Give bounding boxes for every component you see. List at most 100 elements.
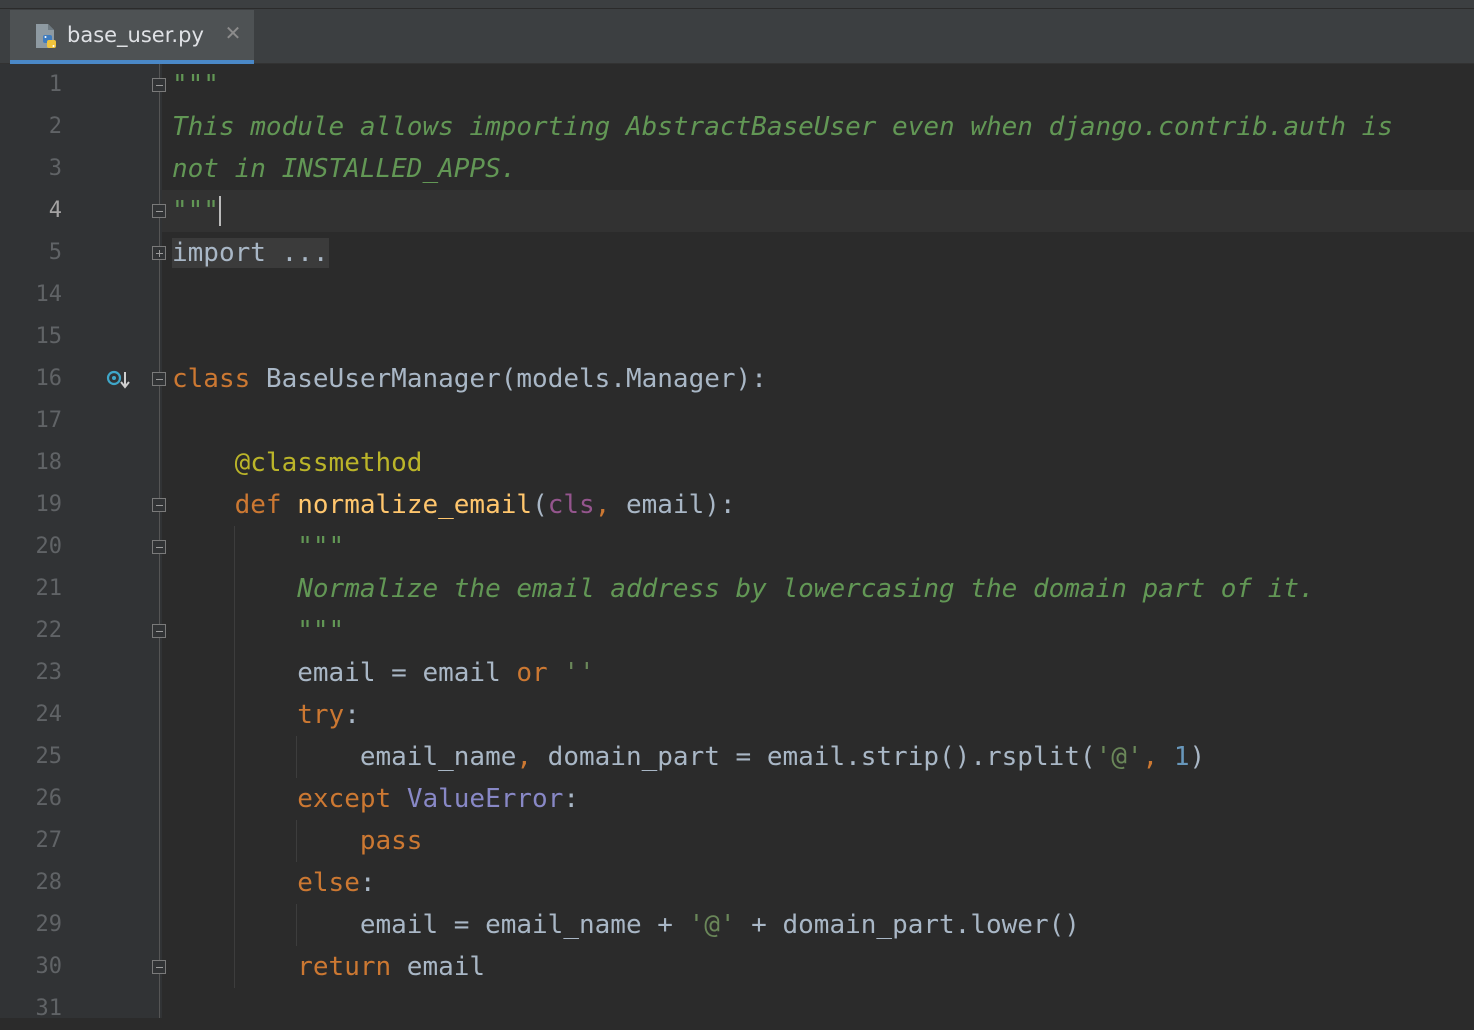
fold-collapse-icon[interactable] xyxy=(152,78,166,92)
code-token: else xyxy=(297,868,360,898)
line-number: 22 xyxy=(35,618,63,643)
code-text: except ValueError: xyxy=(172,778,579,820)
code-token: """ xyxy=(297,532,345,562)
code-line[interactable]: 23 email = email or '' xyxy=(0,652,1474,694)
code-token: : xyxy=(563,784,580,814)
line-number: 14 xyxy=(35,282,63,307)
code-token: email_name xyxy=(172,742,517,772)
code-line[interactable]: 28 else: xyxy=(0,862,1474,904)
code-token: def xyxy=(234,490,282,520)
code-line[interactable]: 20 """ xyxy=(0,526,1474,568)
code-token: ValueError xyxy=(406,784,564,814)
code-token: email = email xyxy=(172,658,517,688)
fold-collapse-icon[interactable] xyxy=(152,372,166,386)
code-line[interactable]: 5 import ... xyxy=(0,232,1474,274)
line-number: 21 xyxy=(35,576,63,601)
code-token: : xyxy=(359,868,376,898)
code-text: import ... xyxy=(172,232,329,274)
code-token: """ xyxy=(172,196,219,226)
tab-base-user-py[interactable]: base_user.py ✕ xyxy=(10,10,254,64)
code-line[interactable]: 4 """ xyxy=(0,190,1474,232)
code-token: ) xyxy=(1189,742,1206,772)
code-token: , xyxy=(594,490,611,520)
code-line[interactable]: 19 def normalize_email(cls, email): xyxy=(0,484,1474,526)
code-line[interactable]: 17 xyxy=(0,400,1474,442)
code-line[interactable]: 2 This module allows importing AbstractBa… xyxy=(0,106,1474,148)
tab-bar-top-border xyxy=(0,0,1474,9)
code-text: email_name, domain_part = email.strip().… xyxy=(172,736,1205,778)
fold-end-icon[interactable] xyxy=(152,624,166,638)
code-token: @classmethod xyxy=(234,448,423,478)
code-text: pass xyxy=(172,820,423,862)
code-token: + domain_part.lower() xyxy=(735,910,1080,940)
line-number: 20 xyxy=(35,534,63,559)
line-number: 16 xyxy=(35,366,63,391)
code-text: try: xyxy=(172,694,360,736)
code-text: class BaseUserManager(models.Manager): xyxy=(172,358,767,400)
code-line[interactable]: 22 """ xyxy=(0,610,1474,652)
line-number: 28 xyxy=(35,870,63,895)
code-text: else: xyxy=(172,862,376,904)
code-token: '' xyxy=(563,658,595,688)
line-number: 18 xyxy=(35,450,63,475)
code-line[interactable]: 1 """ xyxy=(0,64,1474,106)
code-token: : xyxy=(344,700,360,730)
line-number: 5 xyxy=(48,240,62,265)
code-token: return xyxy=(297,952,392,982)
code-line[interactable]: 16 class BaseUserManager(models.Manager): xyxy=(0,358,1474,400)
code-line[interactable]: 27 pass xyxy=(0,820,1474,862)
code-text: email = email_name + '@' + domain_part.l… xyxy=(172,904,1080,946)
code-token: '@' xyxy=(1095,742,1143,772)
code-text: """ xyxy=(172,190,219,232)
fold-expand-icon[interactable] xyxy=(152,246,166,260)
code-token: BaseUserManager(models.Manager): xyxy=(250,364,767,394)
code-text: """ xyxy=(172,526,344,568)
code-token: This module allows importing AbstractBas… xyxy=(172,112,1393,142)
code-line[interactable]: 25 email_name, domain_part = email.strip… xyxy=(0,736,1474,778)
code-text: def normalize_email(cls, email): xyxy=(172,484,736,526)
fold-end-icon[interactable] xyxy=(152,960,166,974)
line-number: 29 xyxy=(35,912,63,937)
code-line[interactable]: 29 email = email_name + '@' + domain_par… xyxy=(0,904,1474,946)
code-token: email): xyxy=(610,490,736,520)
line-number: 17 xyxy=(35,408,63,433)
line-number: 1 xyxy=(48,72,62,97)
code-line[interactable]: 15 xyxy=(0,316,1474,358)
code-token[interactable]: import ... xyxy=(172,238,329,268)
python-file-icon xyxy=(36,24,56,48)
code-line[interactable]: 30 return email xyxy=(0,946,1474,988)
overriding-method-icon[interactable] xyxy=(106,369,132,391)
code-token: or xyxy=(516,658,548,688)
code-line[interactable]: 21 Normalize the email address by lowerc… xyxy=(0,568,1474,610)
fold-collapse-icon[interactable] xyxy=(152,498,166,512)
code-token: , xyxy=(1142,742,1159,772)
code-line[interactable]: 18 @classmethod xyxy=(0,442,1474,484)
code-line[interactable]: 26 except ValueError: xyxy=(0,778,1474,820)
code-token: cls xyxy=(547,490,595,520)
fold-collapse-icon[interactable] xyxy=(152,540,166,554)
code-text: @classmethod xyxy=(172,442,423,484)
code-line[interactable]: 14 xyxy=(0,274,1474,316)
line-number: 15 xyxy=(35,324,63,349)
line-number: 23 xyxy=(35,660,63,685)
line-number: 19 xyxy=(35,492,63,517)
code-token: Normalize the email address by lowercasi… xyxy=(297,574,1315,604)
code-token: domain_part = email.strip().rsplit( xyxy=(532,742,1096,772)
code-text: not in INSTALLED_APPS. xyxy=(172,148,516,190)
code-line[interactable]: 3 not in INSTALLED_APPS. xyxy=(0,148,1474,190)
code-line[interactable]: 24 try: xyxy=(0,694,1474,736)
line-number: 30 xyxy=(35,954,63,979)
fold-end-icon[interactable] xyxy=(152,204,166,218)
close-icon[interactable]: ✕ xyxy=(221,21,245,45)
code-token: """ xyxy=(172,70,219,100)
code-token: '@' xyxy=(688,910,736,940)
code-line[interactable]: 31 xyxy=(0,988,1474,1030)
